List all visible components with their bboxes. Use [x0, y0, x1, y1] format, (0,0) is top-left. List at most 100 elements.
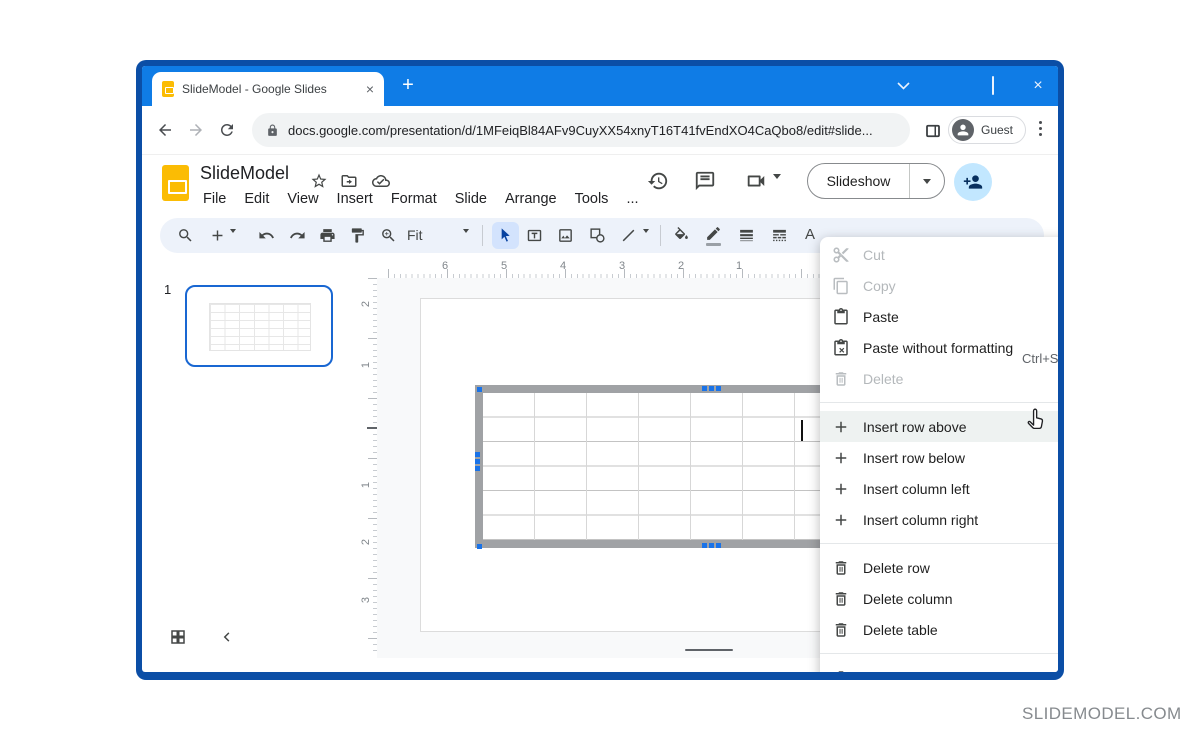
zoom-add-icon[interactable] — [209, 227, 226, 244]
menu-item-insert-column-left[interactable]: Insert column left — [820, 473, 1058, 504]
browser-tab[interactable]: SlideModel - Google Slides × — [152, 72, 384, 106]
clipboard-icon — [832, 308, 850, 326]
insert-shape-icon[interactable] — [589, 227, 606, 244]
table-handle[interactable] — [716, 543, 721, 548]
menu-item-insert-row-above[interactable]: Insert row above — [820, 411, 1058, 442]
table-handle[interactable] — [475, 466, 480, 471]
address-bar[interactable]: docs.google.com/presentation/d/1MFeiqBl8… — [252, 113, 910, 147]
menu-overflow[interactable]: ... — [617, 188, 647, 210]
menu-arrange[interactable]: Arrange — [496, 188, 566, 210]
browser-menu-icon[interactable] — [1039, 121, 1042, 136]
vertical-ruler[interactable]: 2 1 1 2 3 — [362, 278, 377, 656]
side-panel-icon[interactable] — [924, 122, 942, 140]
camera-dropdown-icon[interactable] — [773, 179, 781, 197]
copy-icon — [832, 277, 850, 295]
trash-icon — [832, 559, 850, 577]
table-handle[interactable] — [716, 386, 721, 391]
slideshow-label: Slideshow — [808, 164, 909, 198]
menu-item-delete-column[interactable]: Delete column — [820, 583, 1058, 614]
menu-format[interactable]: Format — [382, 188, 446, 210]
forward-icon[interactable] — [187, 121, 205, 139]
reload-icon[interactable] — [218, 121, 236, 139]
menu-edit[interactable]: Edit — [235, 188, 278, 210]
toolbar-partial-label[interactable]: A — [805, 226, 815, 243]
menu-tools[interactable]: Tools — [566, 188, 618, 210]
slideshow-button[interactable]: Slideshow — [807, 163, 945, 199]
table-handle[interactable] — [702, 386, 707, 391]
insert-image-icon[interactable] — [557, 227, 574, 244]
version-history-icon[interactable] — [647, 170, 669, 192]
document-title[interactable]: SlideModel — [200, 163, 289, 184]
menu-item-insert-row-below[interactable]: Insert row below — [820, 442, 1058, 473]
menu-shortcut: Ctrl+S — [1022, 351, 1058, 366]
menu-item-delete-row[interactable]: Delete row — [820, 552, 1058, 583]
menu-insert[interactable]: Insert — [328, 188, 382, 210]
redo-icon[interactable] — [289, 227, 306, 244]
table-handle[interactable] — [709, 543, 714, 548]
zoom-dropdown-icon[interactable] — [463, 233, 469, 251]
trash-icon — [832, 669, 850, 673]
collapse-filmstrip-icon[interactable] — [218, 628, 236, 646]
menu-item-cut[interactable]: Cut — [820, 239, 1058, 270]
menu-item-delete-table[interactable]: Delete table — [820, 614, 1058, 645]
tab-close-icon[interactable]: × — [364, 82, 376, 96]
menu-item-delete[interactable]: Delete — [820, 363, 1058, 394]
menu-slide[interactable]: Slide — [446, 188, 496, 210]
new-tab-button[interactable]: + — [396, 74, 420, 98]
print-icon[interactable] — [319, 227, 336, 244]
horizontal-scrollbar[interactable] — [685, 649, 733, 651]
window-menu-button[interactable] — [894, 66, 912, 106]
menu-separator — [820, 653, 1058, 654]
text-box-icon[interactable] — [526, 227, 543, 244]
profile-chip[interactable]: Guest — [948, 116, 1026, 144]
plus-icon — [832, 449, 850, 467]
table-handle[interactable] — [475, 452, 480, 457]
zoom-select[interactable]: Fit — [407, 227, 423, 243]
trash-icon — [832, 370, 850, 388]
border-color-icon[interactable] — [705, 225, 722, 242]
avatar — [952, 119, 974, 141]
table-handle[interactable] — [702, 543, 707, 548]
menu-file[interactable]: File — [194, 188, 235, 210]
app-menubar: File Edit View Insert Format Slide Arran… — [194, 186, 648, 212]
fill-color-icon[interactable] — [673, 227, 690, 244]
clipboard-no-format-icon — [832, 339, 850, 357]
border-weight-icon[interactable] — [738, 227, 755, 244]
search-menus-icon[interactable] — [177, 227, 194, 244]
slide-thumbnail[interactable] — [185, 285, 333, 367]
zoom-add-dropdown-icon[interactable] — [230, 233, 236, 251]
menu-item-copy[interactable]: Copy — [820, 270, 1058, 301]
menu-separator — [820, 402, 1058, 403]
tab-title: SlideModel - Google Slides — [182, 82, 364, 96]
minimize-button[interactable] — [939, 66, 957, 106]
zoom-icon[interactable] — [380, 227, 397, 244]
meet-camera-icon[interactable] — [745, 170, 767, 192]
table-handle[interactable] — [709, 386, 714, 391]
menu-separator — [820, 543, 1058, 544]
share-person-add-button[interactable] — [954, 163, 992, 201]
insert-line-icon[interactable] — [620, 227, 637, 244]
table-handle[interactable] — [475, 459, 480, 464]
menu-item-insert-column-right[interactable]: Insert column right — [820, 504, 1058, 535]
slides-logo-icon[interactable] — [162, 165, 189, 201]
table-handle[interactable] — [477, 387, 482, 392]
close-button[interactable]: × — [1029, 66, 1047, 106]
slideshow-dropdown-icon[interactable] — [910, 164, 944, 198]
table-handle[interactable] — [477, 544, 482, 549]
menu-item-paste[interactable]: Paste — [820, 301, 1058, 332]
ruler-number: 1 — [360, 362, 372, 368]
menu-view[interactable]: View — [278, 188, 327, 210]
select-tool-button[interactable] — [492, 222, 519, 249]
thumbnail-table-preview — [209, 303, 311, 351]
paint-format-icon[interactable] — [349, 227, 366, 244]
maximize-button[interactable] — [984, 66, 1002, 106]
line-dropdown-icon[interactable] — [643, 233, 649, 251]
grid-view-icon[interactable] — [169, 628, 187, 646]
back-icon[interactable] — [156, 121, 174, 139]
border-dash-icon[interactable] — [771, 227, 788, 244]
toolbar-divider — [482, 225, 483, 246]
undo-icon[interactable] — [258, 227, 275, 244]
slides-favicon-icon — [162, 81, 174, 97]
comments-icon[interactable] — [694, 170, 716, 192]
menu-item-partial[interactable] — [820, 662, 1058, 672]
